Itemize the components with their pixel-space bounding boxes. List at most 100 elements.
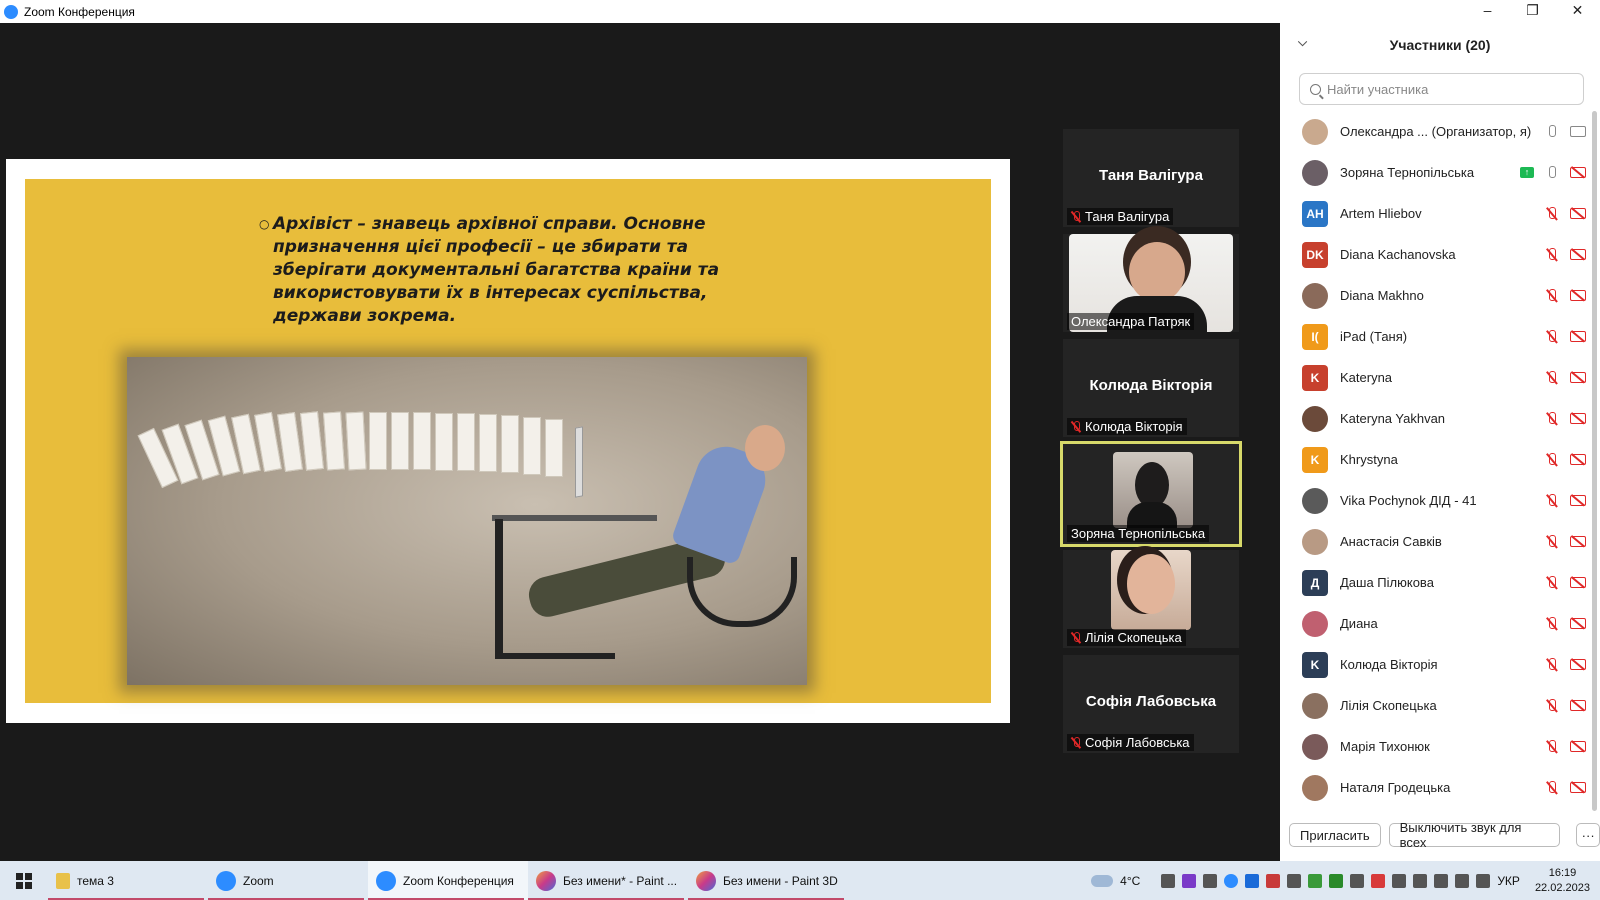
tray-app-icon[interactable] <box>1413 873 1428 888</box>
participant-row[interactable]: Наталя Гродецька <box>1280 767 1594 808</box>
mic-muted-icon[interactable] <box>1546 288 1558 303</box>
mic-muted-icon[interactable] <box>1546 370 1558 385</box>
camera-off-icon[interactable] <box>1570 167 1586 178</box>
mic-muted-icon[interactable] <box>1546 698 1558 713</box>
tray-app-icon[interactable] <box>1266 873 1281 888</box>
camera-off-icon[interactable] <box>1570 782 1586 793</box>
participant-row[interactable]: K Khrystyna <box>1280 439 1594 480</box>
mic-muted-icon[interactable] <box>1546 452 1558 467</box>
participant-row[interactable]: I(iPad (Таня) <box>1280 316 1594 357</box>
more-options-button[interactable]: ··· <box>1576 823 1600 847</box>
video-tile[interactable]: Таня Валігура Таня Валігура <box>1063 129 1239 227</box>
taskbar-app-paint3d[interactable]: Без имени* - Paint ... <box>528 861 688 900</box>
mic-muted-icon[interactable] <box>1546 493 1558 508</box>
participant-row[interactable]: Диана <box>1280 603 1594 644</box>
participant-row[interactable]: Лілія Скопецька <box>1280 685 1594 726</box>
taskbar-app-zoom-meeting[interactable]: Zoom Конференция <box>368 861 528 900</box>
mic-muted-icon[interactable] <box>1546 616 1558 631</box>
start-button[interactable] <box>0 861 48 900</box>
microphone-icon[interactable] <box>1455 873 1470 888</box>
taskbar-app-zoom[interactable]: Zoom <box>208 861 368 900</box>
video-tile[interactable]: Колюда Вікторія Колюда Вікторія <box>1063 339 1239 437</box>
participant-status-icons <box>1546 780 1586 795</box>
participant-row[interactable]: Олександра ... (Организатор, я) <box>1280 111 1594 152</box>
camera-off-icon[interactable] <box>1570 331 1586 342</box>
participant-row[interactable]: K Колюда Вікторія <box>1280 644 1594 685</box>
collapse-chevron-icon[interactable]: ⌵ <box>1298 35 1307 50</box>
mic-muted-icon[interactable] <box>1546 206 1558 221</box>
participant-name: Даша Пілюкова <box>1340 575 1434 590</box>
maximize-button[interactable]: ❐ <box>1510 0 1555 23</box>
camera-off-icon[interactable] <box>1570 372 1586 383</box>
taskbar-app-label: Zoom <box>243 873 274 888</box>
tray-app-icon[interactable] <box>1203 873 1218 888</box>
camera-icon[interactable] <box>1570 126 1586 137</box>
presentation-slide: ○ Архівіст – знавець архівної справи. Ос… <box>25 179 991 703</box>
participant-row[interactable]: Д Даша Пілюкова <box>1280 562 1594 603</box>
mic-muted-icon[interactable] <box>1546 575 1558 590</box>
mic-icon[interactable] <box>1546 124 1558 139</box>
camera-off-icon[interactable] <box>1570 249 1586 260</box>
participant-row[interactable]: Зоряна Тернопільська ↑ <box>1280 152 1594 193</box>
participant-row[interactable]: Анастасія Савків <box>1280 521 1594 562</box>
participant-search[interactable]: Найти участника <box>1299 73 1584 105</box>
camera-off-icon[interactable] <box>1570 659 1586 670</box>
participant-row[interactable]: K Kateryna <box>1280 357 1594 398</box>
video-tile[interactable]: Олександра Патряк <box>1063 234 1239 332</box>
mic-muted-icon[interactable] <box>1546 780 1558 795</box>
mic-muted-icon[interactable] <box>1546 329 1558 344</box>
participant-row[interactable]: DK Diana Kachanovska <box>1280 234 1594 275</box>
input-language[interactable]: УКР <box>1497 874 1520 888</box>
clock[interactable]: 16:19 22.02.2023 <box>1535 866 1590 896</box>
invite-button[interactable]: Пригласить <box>1289 823 1381 847</box>
mic-muted-icon[interactable] <box>1546 247 1558 262</box>
zoom-tray-icon[interactable] <box>1224 873 1239 888</box>
shared-screen[interactable]: ○ Архівіст – знавець архівної справи. Ос… <box>6 159 1010 723</box>
pen-icon[interactable] <box>1476 873 1491 888</box>
bluetooth-icon[interactable] <box>1245 873 1260 888</box>
tray-app-icon[interactable] <box>1308 873 1323 888</box>
camera-off-icon[interactable] <box>1570 618 1586 629</box>
participant-row[interactable]: Vika Pochynok ДІД - 41 <box>1280 480 1594 521</box>
minimize-button[interactable]: – <box>1465 0 1510 23</box>
camera-off-icon[interactable] <box>1570 290 1586 301</box>
taskbar-app-label: Без имени - Paint 3D <box>723 873 838 888</box>
taskbar-app-paint3d[interactable]: Без имени - Paint 3D <box>688 861 848 900</box>
participant-status-icons <box>1546 206 1586 221</box>
network-icon[interactable] <box>1392 873 1407 888</box>
mic-muted-icon[interactable] <box>1546 534 1558 549</box>
video-tile[interactable]: Лілія Скопецька <box>1063 550 1239 648</box>
participant-row[interactable]: Марія Тихонюк <box>1280 726 1594 767</box>
tray-app-icon[interactable] <box>1371 873 1386 888</box>
volume-icon[interactable] <box>1434 873 1449 888</box>
participant-row[interactable]: Diana Makhno <box>1280 275 1594 316</box>
tile-nameplate: Таня Валігура <box>1067 208 1174 225</box>
security-shield-icon[interactable] <box>1287 873 1302 888</box>
camera-off-icon[interactable] <box>1570 208 1586 219</box>
camera-off-icon[interactable] <box>1570 536 1586 547</box>
mic-muted-icon[interactable] <box>1546 411 1558 426</box>
camera-off-icon[interactable] <box>1570 741 1586 752</box>
camera-off-icon[interactable] <box>1570 700 1586 711</box>
camera-off-icon[interactable] <box>1570 577 1586 588</box>
tray-app-icon[interactable] <box>1182 873 1197 888</box>
camera-off-icon[interactable] <box>1570 454 1586 465</box>
taskbar-app-folder[interactable]: тема 3 <box>48 861 208 900</box>
mic-muted-icon[interactable] <box>1546 657 1558 672</box>
tray-app-icon[interactable] <box>1350 873 1365 888</box>
close-button[interactable]: ✕ <box>1555 0 1600 23</box>
avatar <box>1302 692 1328 719</box>
video-tile[interactable]: Софія Лабовська Софія Лабовська <box>1063 655 1239 753</box>
participant-row[interactable]: Kateryna Yakhvan <box>1280 398 1594 439</box>
active-speaker-tile[interactable]: Зоряна Тернопільська <box>1060 441 1242 547</box>
participant-list-scrollbar[interactable] <box>1592 111 1597 811</box>
mic-muted-icon[interactable] <box>1546 739 1558 754</box>
camera-off-icon[interactable] <box>1570 413 1586 424</box>
nvidia-icon[interactable] <box>1329 873 1344 888</box>
mic-icon[interactable] <box>1546 165 1558 180</box>
camera-off-icon[interactable] <box>1570 495 1586 506</box>
mute-all-button[interactable]: Выключить звук для всех <box>1388 820 1561 850</box>
mic-muted-icon <box>1071 736 1081 749</box>
tray-app-icon[interactable] <box>1161 873 1176 888</box>
participant-row[interactable]: AH Artem Hliebov <box>1280 193 1594 234</box>
